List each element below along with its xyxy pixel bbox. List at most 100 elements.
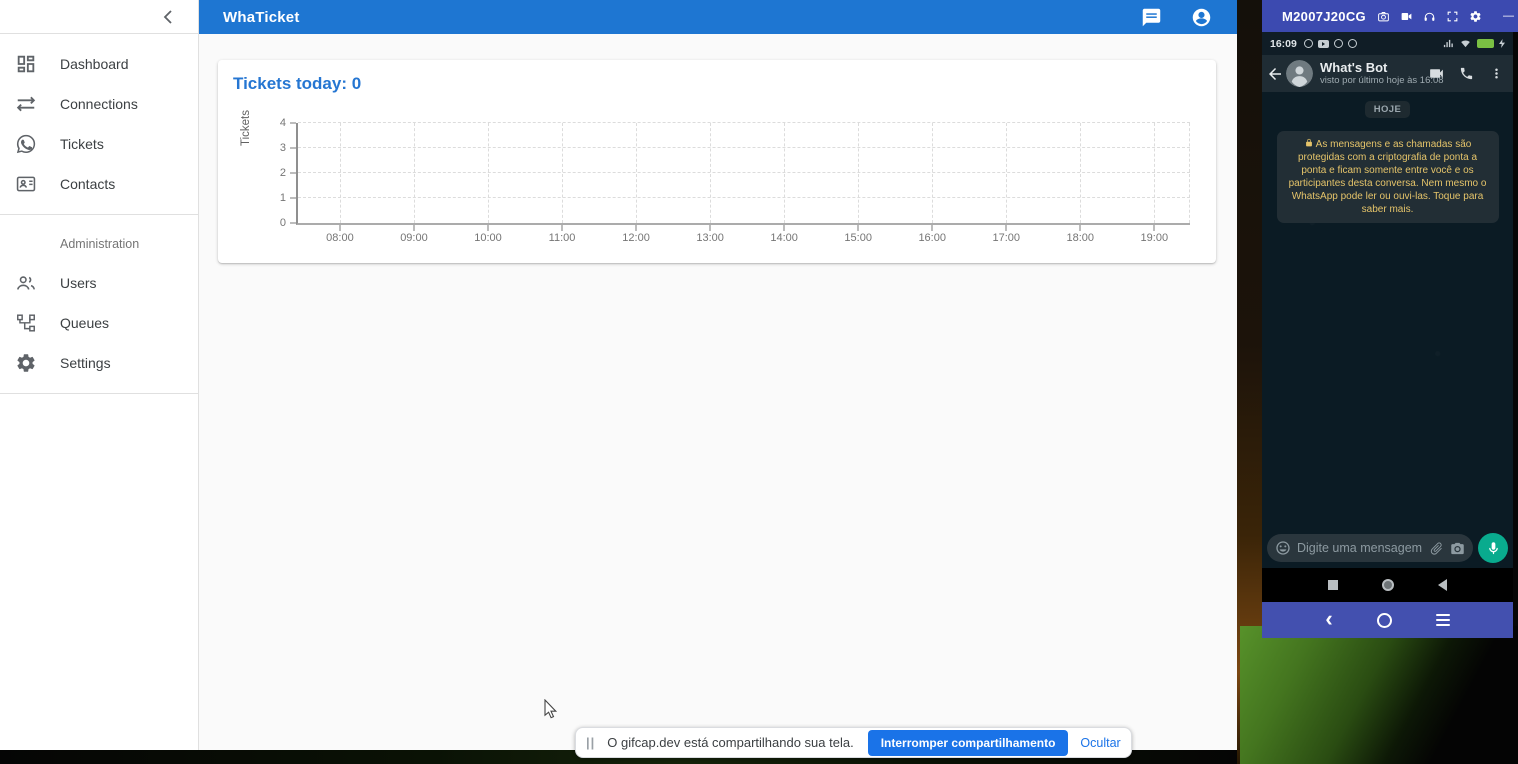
y-axis-tick (290, 197, 296, 199)
emoji-icon[interactable] (1275, 540, 1291, 556)
mouse-cursor (544, 699, 560, 721)
battery-icon (1477, 39, 1494, 48)
sidebar-item-dashboard[interactable]: Dashboard (0, 44, 198, 84)
gridline-x (1189, 123, 1190, 223)
screenshot-icon[interactable] (1376, 9, 1391, 24)
record-icon[interactable] (1399, 9, 1414, 24)
video-call-icon[interactable] (1428, 65, 1445, 82)
sidebar-item-contacts[interactable]: Contacts (0, 164, 198, 204)
app-notification-icon (1334, 39, 1343, 48)
phone-window-title: M2007J20CG (1282, 9, 1366, 24)
home-icon[interactable] (1382, 579, 1394, 591)
x-axis-tick (635, 225, 637, 231)
share-bar-drag-handle[interactable]: || (586, 735, 595, 750)
sidebar-item-connections[interactable]: Connections (0, 84, 198, 124)
phone-window-titlebar[interactable]: M2007J20CG —□✕ (1262, 0, 1518, 32)
sidebar-item-label: Contacts (60, 176, 115, 192)
share-bar-message: O gifcap.dev está compartilhando sua tel… (607, 735, 853, 750)
stop-sharing-button[interactable]: Interromper compartilhamento (868, 730, 1069, 756)
contact-info[interactable]: What's Bot visto por último hoje às 16:0… (1320, 61, 1428, 86)
settings-icon[interactable] (1468, 9, 1483, 24)
alarm-icon (1304, 39, 1313, 48)
gridline-x (1006, 123, 1007, 223)
phone-mirror-window: M2007J20CG —□✕ 16:09 What's Bot visto po… (1262, 0, 1518, 638)
account-icon[interactable] (1189, 5, 1213, 29)
x-axis-tick (1079, 225, 1081, 231)
android-back-icon[interactable] (1438, 579, 1447, 591)
whatsapp-chat-header: What's Bot visto por último hoje às 16:0… (1262, 55, 1513, 92)
gridline-y (298, 122, 1190, 123)
back-arrow-icon[interactable] (1266, 65, 1284, 83)
gridline-x (1080, 123, 1081, 223)
hide-share-bar-link[interactable]: Ocultar (1080, 736, 1120, 750)
minimize-icon[interactable]: — (1501, 9, 1516, 24)
settings-icon (14, 351, 38, 375)
sidebar-header (0, 0, 198, 34)
chat-icon[interactable] (1139, 5, 1163, 29)
x-axis-tick (931, 225, 933, 231)
x-tick-label: 11:00 (549, 232, 576, 244)
sidebar-nav: DashboardConnectionsTicketsContacts Admi… (0, 34, 198, 394)
gridline-x (562, 123, 563, 223)
chevron-left-icon (163, 10, 172, 24)
scrcpy-home-icon[interactable] (1377, 613, 1392, 628)
android-nav-bar (1262, 568, 1513, 602)
sidebar-item-settings[interactable]: Settings (0, 343, 198, 383)
message-input[interactable]: Digite uma mensagem (1267, 534, 1473, 562)
audio-icon[interactable] (1422, 9, 1437, 24)
sidebar: DashboardConnectionsTicketsContacts Admi… (0, 0, 199, 750)
mic-icon (1486, 541, 1501, 556)
sidebar-item-queues[interactable]: Queues (0, 303, 198, 343)
x-axis-tick (339, 225, 341, 231)
x-axis-tick (783, 225, 785, 231)
browser-window: DashboardConnectionsTicketsContacts Admi… (0, 0, 1237, 750)
y-tick-label: 4 (266, 117, 286, 129)
gridline-x (488, 123, 489, 223)
message-composer: Digite uma mensagem (1262, 528, 1513, 568)
attach-icon[interactable] (1426, 537, 1447, 558)
more-options-icon[interactable] (1488, 65, 1505, 82)
recents-icon[interactable] (1328, 580, 1338, 590)
message-placeholder: Digite uma mensagem (1297, 541, 1423, 555)
contact-avatar[interactable] (1286, 60, 1313, 87)
mic-button[interactable] (1478, 533, 1508, 563)
gridline-x (710, 123, 711, 223)
tickets-chart-card: Tickets today: 0 Tickets 0123408:0009:00… (218, 60, 1216, 263)
sidebar-divider (0, 214, 198, 215)
gridline-y (298, 197, 1190, 198)
sidebar-item-label: Queues (60, 315, 109, 331)
x-tick-label: 16:00 (918, 232, 946, 244)
x-axis-tick (1153, 225, 1155, 231)
chart-plot-area: 0123408:0009:0010:0011:0012:0013:0014:00… (296, 123, 1190, 225)
app-notification-icon (1348, 39, 1357, 48)
x-tick-label: 18:00 (1067, 232, 1095, 244)
gridline-x (932, 123, 933, 223)
sidebar-item-label: Connections (60, 96, 138, 112)
signal-icon (1442, 38, 1454, 49)
fullscreen-icon[interactable] (1445, 9, 1460, 24)
gridline-x (1154, 123, 1155, 223)
encryption-notice[interactable]: As mensagens e as chamadas são protegida… (1277, 131, 1499, 223)
users-icon (14, 271, 38, 295)
x-tick-label: 14:00 (770, 232, 798, 244)
sidebar-item-tickets[interactable]: Tickets (0, 124, 198, 164)
sidebar-collapse-button[interactable] (156, 6, 178, 28)
scrcpy-nav-bar: ‹ (1262, 602, 1513, 638)
x-tick-label: 15:00 (844, 232, 872, 244)
screen-share-bar: || O gifcap.dev está compartilhando sua … (575, 727, 1132, 758)
camera-icon[interactable] (1450, 541, 1465, 556)
scrcpy-menu-icon[interactable] (1436, 614, 1450, 627)
chat-message-area: HOJE As mensagens e as chamadas são prot… (1262, 92, 1513, 528)
contact-name: What's Bot (1320, 61, 1428, 75)
y-tick-label: 3 (266, 142, 286, 154)
x-axis-tick (413, 225, 415, 231)
status-time: 16:09 (1270, 38, 1297, 50)
phone-screen: 16:09 What's Bot visto por último hoje à… (1262, 32, 1513, 602)
encryption-notice-text: As mensagens e as chamadas são protegida… (1289, 139, 1487, 215)
x-tick-label: 17:00 (992, 232, 1020, 244)
scrcpy-back-icon[interactable]: ‹ (1325, 608, 1332, 630)
sidebar-item-label: Tickets (60, 136, 104, 152)
sidebar-item-users[interactable]: Users (0, 263, 198, 303)
gridline-x (636, 123, 637, 223)
voice-call-icon[interactable] (1458, 65, 1475, 82)
